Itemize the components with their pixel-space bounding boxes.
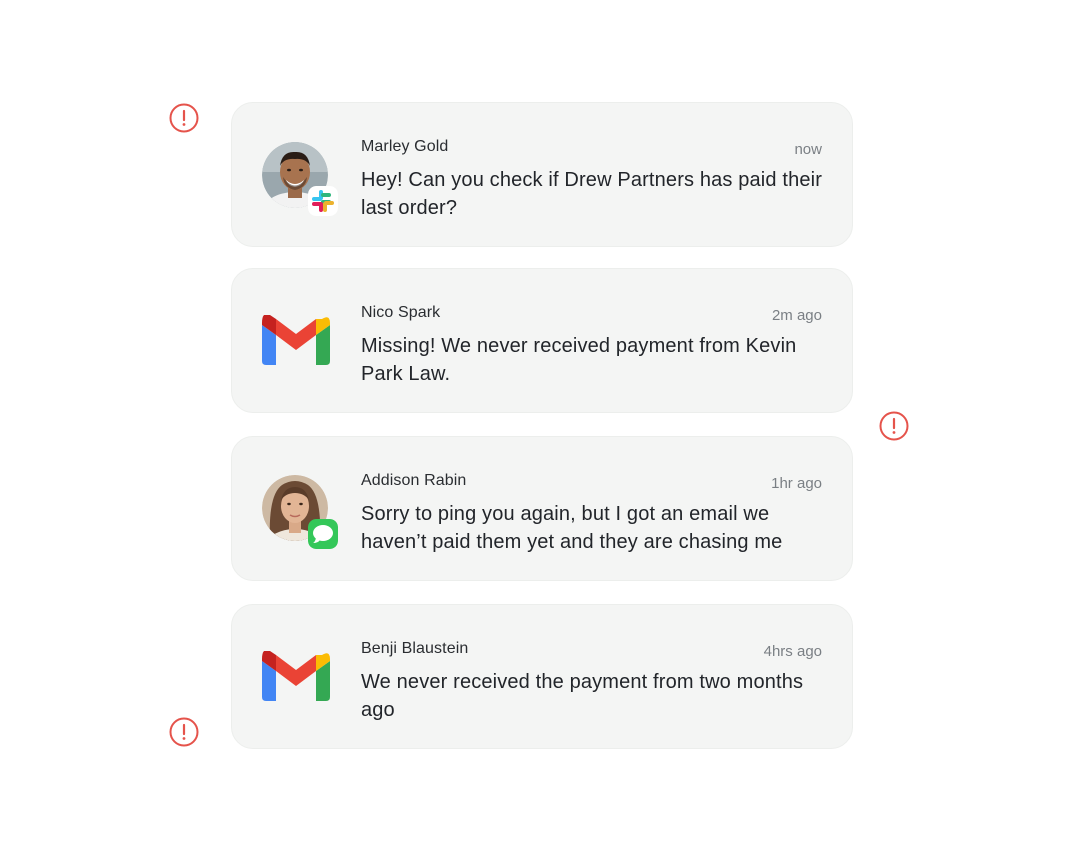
message-text: We never received the payment from two m… [361, 671, 804, 721]
alert-icon [879, 411, 909, 441]
slack-icon [308, 186, 338, 216]
message-text: Missing! We never received payment from … [361, 335, 797, 385]
sender-name: Benji Blaustein [361, 640, 469, 657]
message-text: Hey! Can you check if Drew Partners has … [361, 169, 823, 219]
avatar [262, 475, 338, 549]
notification-card[interactable]: Benji Blaustein 4hrs ago We never receiv… [231, 604, 853, 749]
timestamp: 4hrs ago [763, 643, 822, 660]
gmail-icon [262, 650, 330, 719]
notification-card[interactable]: Addison Rabin 1hr ago Sorry to ping you … [231, 436, 853, 581]
gmail-logo [262, 314, 330, 365]
sender-name: Marley Gold [361, 138, 449, 155]
gmail-icon [262, 314, 330, 383]
timestamp: 2m ago [771, 307, 822, 324]
sender-name: Nico Spark [361, 304, 441, 321]
notification-card[interactable]: Marley Gold now Hey! Can you check if Dr… [231, 102, 853, 247]
message-text: Sorry to ping you again, but I got an em… [361, 503, 783, 553]
timestamp: 1hr ago [771, 475, 822, 492]
sender-name: Addison Rabin [361, 472, 467, 489]
gmail-logo [262, 650, 330, 701]
notification-card[interactable]: Nico Spark 2m ago Missing! We never rece… [231, 268, 853, 413]
alert-icon [169, 103, 199, 133]
alert-icon [169, 717, 199, 747]
imessage-icon [308, 519, 338, 549]
timestamp: now [794, 141, 822, 158]
avatar [262, 142, 338, 216]
